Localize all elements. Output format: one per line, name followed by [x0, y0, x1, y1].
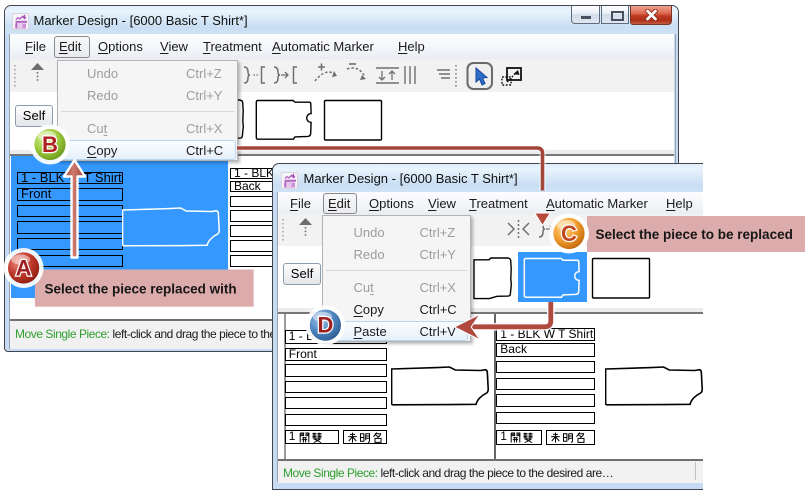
- svg-text:Select the piece to be replace: Select the piece to be replaced: [596, 227, 793, 242]
- svg-text:A: A: [16, 256, 32, 281]
- svg-text:C: C: [561, 221, 577, 246]
- svg-text:Select the piece replaced with: Select the piece replaced with: [45, 282, 237, 297]
- svg-text:B: B: [42, 132, 58, 157]
- svg-text:D: D: [317, 313, 333, 338]
